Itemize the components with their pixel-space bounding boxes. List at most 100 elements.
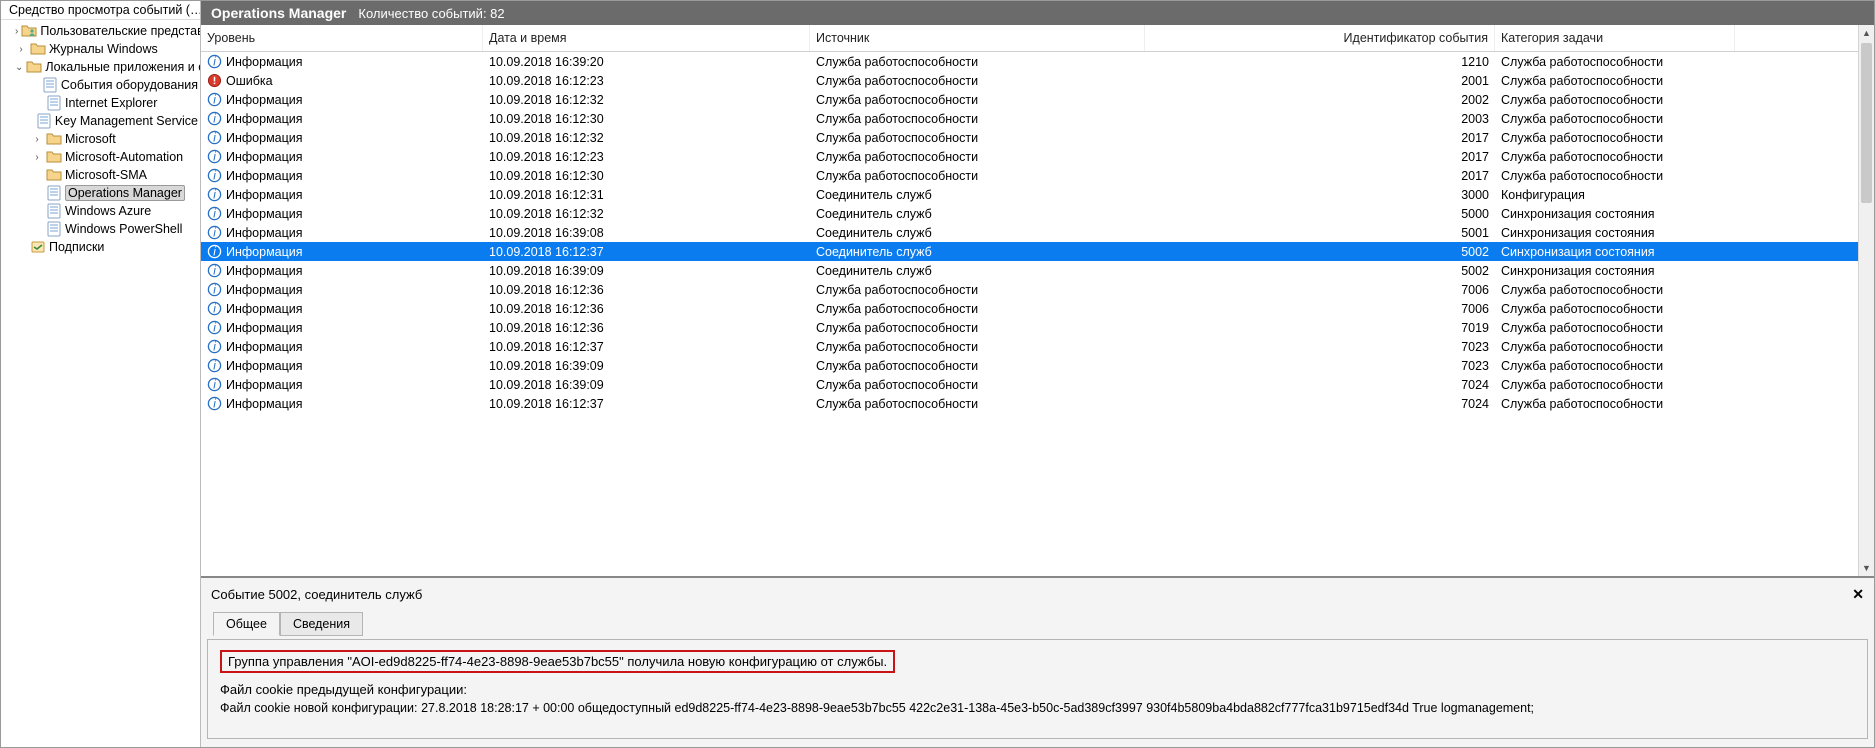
event-row[interactable]: iИнформация10.09.2018 16:12:36Служба раб… [201,299,1858,318]
tree-node[interactable]: Подписки [1,238,200,256]
scroll-down-btn[interactable]: ▼ [1859,560,1874,576]
twisty-icon[interactable]: › [15,26,18,37]
tree-node[interactable]: Key Management Service [1,112,200,130]
level-text: Информация [226,283,303,297]
info-icon: i [207,282,222,297]
tree-node[interactable]: Windows Azure [1,202,200,220]
tree-node-label: Windows Azure [65,204,151,218]
event-row[interactable]: iИнформация10.09.2018 16:12:32Соединител… [201,204,1858,223]
col-datetime[interactable]: Дата и время [483,25,810,51]
scroll-up-btn[interactable]: ▲ [1859,25,1874,41]
cell-task-category: Служба работоспособности [1495,74,1735,88]
tree-node[interactable]: ⌄Локальные приложения и с… [1,58,200,76]
level-text: Информация [226,93,303,107]
tree-node[interactable]: Microsoft-SMA [1,166,200,184]
event-row[interactable]: iИнформация10.09.2018 16:12:32Служба раб… [201,90,1858,109]
col-level[interactable]: Уровень [201,25,483,51]
cell-task-category: Синхронизация состояния [1495,226,1735,240]
log-icon [46,185,62,201]
cell-level: iИнформация [201,339,483,354]
log-icon [46,221,62,237]
tree-node[interactable]: ›Microsoft-Automation [1,148,200,166]
log-icon [36,113,52,129]
cell-source: Служба работоспособности [810,150,1145,164]
cell-task-category: Конфигурация [1495,188,1735,202]
cell-source: Соединитель служб [810,264,1145,278]
level-text: Информация [226,169,303,183]
twisty-icon[interactable]: › [31,152,43,163]
tree-node-label: Operations Manager [65,185,185,201]
info-icon: i [207,377,222,392]
cell-event-id: 2002 [1145,93,1495,107]
cell-event-id: 2017 [1145,169,1495,183]
svg-text:i: i [213,397,216,410]
svg-text:i: i [213,112,216,125]
event-row[interactable]: iИнформация10.09.2018 16:12:30Служба раб… [201,109,1858,128]
event-row[interactable]: iИнформация10.09.2018 16:12:31Соединител… [201,185,1858,204]
tree: ›Пользовательские представ…›Журналы Wind… [1,20,200,258]
event-row[interactable]: iИнформация10.09.2018 16:39:09Служба раб… [201,375,1858,394]
close-icon[interactable]: ✕ [1852,586,1864,603]
event-row[interactable]: iИнформация10.09.2018 16:39:20Служба раб… [201,52,1858,71]
cell-event-id: 2017 [1145,150,1495,164]
event-row[interactable]: iИнформация10.09.2018 16:12:36Служба раб… [201,318,1858,337]
new-cookie-label: Файл cookie новой конфигурации: [220,701,417,715]
svg-text:i: i [213,55,216,68]
event-row[interactable]: iИнформация10.09.2018 16:12:30Служба раб… [201,166,1858,185]
cell-level: iИнформация [201,111,483,126]
twisty-icon[interactable]: ⌄ [15,62,23,73]
tree-node[interactable]: События оборудования [1,76,200,94]
event-row[interactable]: iИнформация10.09.2018 16:12:23Служба раб… [201,147,1858,166]
tree-node[interactable]: ›Microsoft [1,130,200,148]
sub-icon [30,239,46,255]
info-icon: i [207,225,222,240]
event-row[interactable]: iИнформация10.09.2018 16:12:37Соединител… [201,242,1858,261]
cell-task-category: Служба работоспособности [1495,93,1735,107]
event-row[interactable]: iИнформация10.09.2018 16:12:36Служба раб… [201,280,1858,299]
twisty-icon[interactable]: › [15,44,27,55]
info-icon: i [207,130,222,145]
cell-datetime: 10.09.2018 16:12:36 [483,302,810,316]
tab-general[interactable]: Общее [213,612,280,636]
tree-node[interactable]: Internet Explorer [1,94,200,112]
col-event-id[interactable]: Идентификатор события [1145,25,1495,51]
log-title: Operations Manager [211,5,346,21]
scroll-thumb[interactable] [1861,43,1872,203]
svg-text:i: i [213,321,216,334]
folder-icon [30,41,46,57]
cell-task-category: Служба работоспособности [1495,397,1735,411]
cell-datetime: 10.09.2018 16:39:09 [483,359,810,373]
event-row[interactable]: iИнформация10.09.2018 16:39:08Соединител… [201,223,1858,242]
twisty-icon[interactable]: › [31,134,43,145]
folder-user-icon [21,23,37,39]
col-source[interactable]: Источник [810,25,1145,51]
cell-event-id: 5002 [1145,245,1495,259]
cell-datetime: 10.09.2018 16:39:20 [483,55,810,69]
col-task-cat[interactable]: Категория задачи [1495,25,1735,51]
info-icon: i [207,149,222,164]
vertical-scrollbar[interactable]: ▲ ▼ [1858,25,1874,576]
cell-source: Соединитель служб [810,207,1145,221]
cell-source: Служба работоспособности [810,397,1145,411]
tree-node[interactable]: Operations Manager [1,184,200,202]
cell-source: Служба работоспособности [810,55,1145,69]
tab-general-body: Группа управления "AOI-ed9d8225-ff74-4e2… [207,639,1868,739]
cell-source: Служба работоспособности [810,340,1145,354]
event-row[interactable]: Ошибка10.09.2018 16:12:23Служба работосп… [201,71,1858,90]
cell-task-category: Служба работоспособности [1495,150,1735,164]
info-icon: i [207,92,222,107]
tree-node[interactable]: ›Журналы Windows [1,40,200,58]
event-row[interactable]: iИнформация10.09.2018 16:12:32Служба раб… [201,128,1858,147]
info-icon: i [207,206,222,221]
event-row[interactable]: iИнформация10.09.2018 16:39:09Соединител… [201,261,1858,280]
tab-details[interactable]: Сведения [280,612,363,636]
event-row[interactable]: iИнформация10.09.2018 16:12:37Служба раб… [201,394,1858,413]
cell-level: iИнформация [201,396,483,411]
details-pane: Событие 5002, соединитель служб ✕ Общее … [201,577,1874,747]
event-row[interactable]: iИнформация10.09.2018 16:39:09Служба раб… [201,356,1858,375]
event-row[interactable]: iИнформация10.09.2018 16:12:37Служба раб… [201,337,1858,356]
tree-node[interactable]: ›Пользовательские представ… [1,22,200,40]
svg-text:i: i [213,131,216,144]
tree-node[interactable]: Windows PowerShell [1,220,200,238]
info-icon: i [207,301,222,316]
